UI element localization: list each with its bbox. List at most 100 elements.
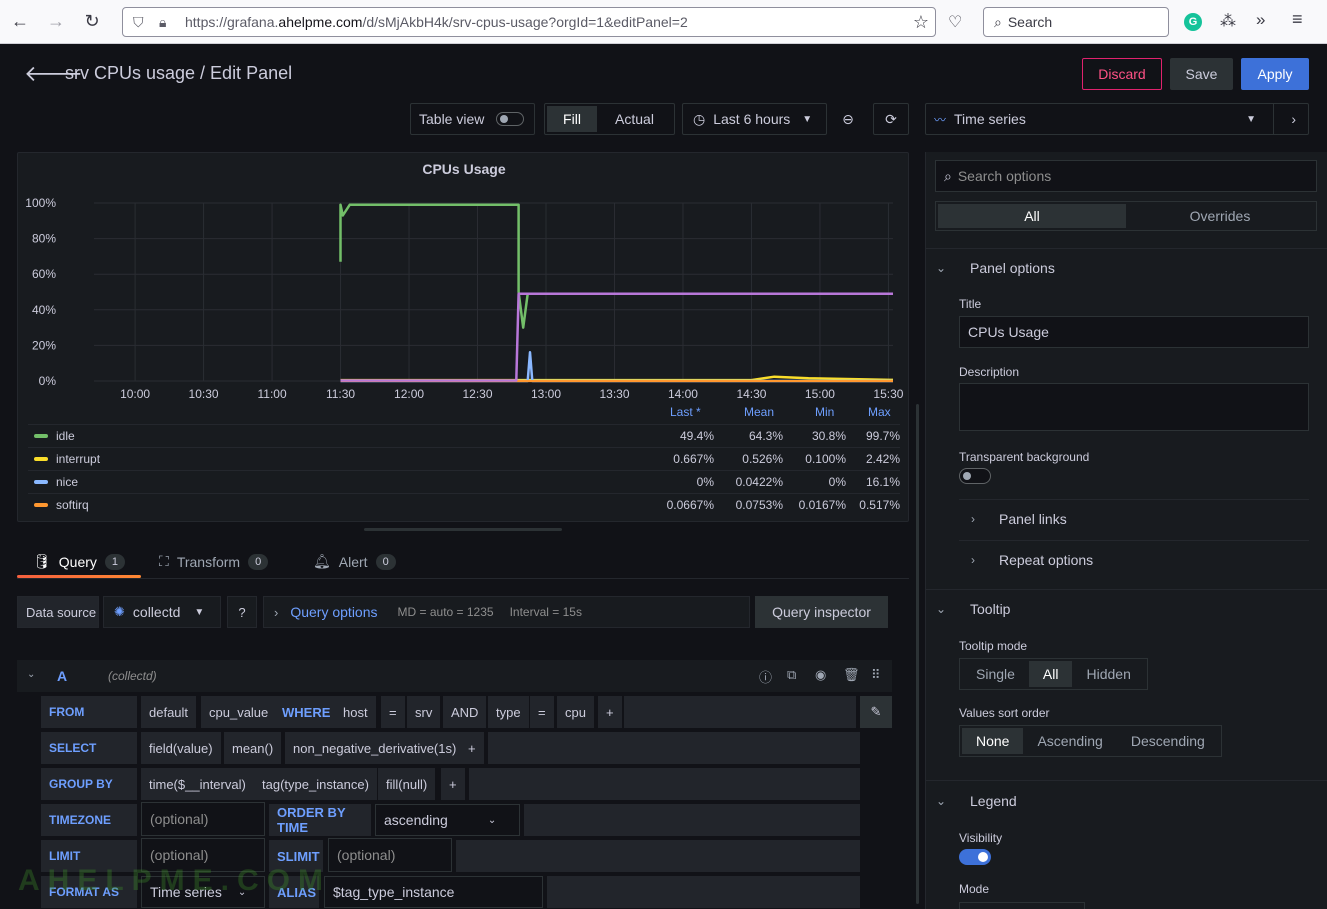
time-range-picker[interactable]: ◷ Last 6 hours ▼ [682, 103, 827, 135]
legend-series-name[interactable]: idle [56, 429, 75, 443]
panel-links-section[interactable]: › Panel links [959, 511, 1309, 527]
tooltip-section[interactable]: ⌄ Tooltip [936, 601, 1010, 617]
help-icon[interactable]: ⓘ [759, 667, 772, 686]
refresh-icon[interactable]: ⟳ [873, 103, 909, 135]
where-value-cpu[interactable]: cpu [557, 696, 594, 728]
legend-mode-group[interactable] [959, 902, 1085, 909]
visualization-picker[interactable]: 〰 Time series ▼ › [925, 103, 1309, 135]
legend-row-nice[interactable]: nice 0% 0.0422% 0% 16.1% [28, 470, 900, 493]
url-bar[interactable]: ⛉ 🔒︎ https://grafana.ahelpme.com/d/sMjAk… [122, 7, 936, 37]
mode-label: Mode [959, 882, 990, 896]
sort-descending[interactable]: Descending [1117, 728, 1219, 754]
legend-row-interrupt[interactable]: interrupt 0.667% 0.526% 0.100% 2.42% [28, 447, 900, 470]
legend-col-mean[interactable]: Mean [744, 405, 774, 419]
legend-visibility-toggle[interactable] [959, 849, 991, 865]
order-by-time-label: ORDER BY TIME [269, 804, 371, 836]
extension-icon[interactable]: ⁂ [1220, 11, 1236, 31]
group-time[interactable]: time($__interval) [141, 768, 254, 800]
sort-none[interactable]: None [962, 728, 1024, 754]
tooltip-single[interactable]: Single [962, 661, 1029, 687]
select-mean[interactable]: mean() [224, 732, 282, 764]
browser-search-input[interactable]: ⌕ Search [983, 7, 1169, 37]
hamburger-menu-icon[interactable]: ≡ [1292, 9, 1303, 30]
pocket-icon[interactable]: ♡ [948, 12, 962, 32]
order-by-select[interactable]: ascending ⌄ [375, 804, 520, 836]
where-key-host[interactable]: host [335, 696, 376, 728]
add-select-button[interactable]: + [460, 732, 484, 764]
query-row-header[interactable]: ⌄ A (collectd) ⓘ ⧉ ◉ 🗑︎ ⠿ [17, 660, 892, 692]
title-input[interactable]: CPUs Usage [959, 316, 1309, 348]
legend-col-max[interactable]: Max [868, 405, 891, 419]
actual-option[interactable]: Actual [597, 106, 672, 132]
scrollbar[interactable] [916, 404, 919, 904]
sort-ascending[interactable]: Ascending [1023, 728, 1116, 754]
where-operator[interactable]: = [381, 696, 405, 728]
reload-icon[interactable]: ↻ [78, 8, 106, 36]
from-measurement[interactable]: cpu_value [201, 696, 277, 728]
legend-col-min[interactable]: Min [815, 405, 834, 419]
legend-series-name[interactable]: softirq [56, 498, 89, 512]
slimit-input[interactable]: (optional) [328, 838, 452, 872]
table-view-toggle[interactable]: Table view [410, 103, 535, 135]
tab-transform[interactable]: ⛶ Transform 0 [159, 545, 269, 578]
query-options-row[interactable]: › Query options MD = auto = 1235 Interva… [263, 596, 750, 628]
chevron-right-icon[interactable]: › [1291, 111, 1296, 127]
from-policy[interactable]: default [141, 696, 197, 728]
panel-resize-handle[interactable] [364, 528, 562, 531]
cpu-usage-chart[interactable]: 0% 20% 40% 60% 80% 100% 10:00 10:30 11:00 11:30 12… [18, 153, 910, 403]
query-inspector-button[interactable]: Query inspector [755, 596, 888, 628]
tab-all[interactable]: All [938, 204, 1126, 228]
legend-row-softirq[interactable]: softirq 0.0667% 0.0753% 0.0167% 0.517% [28, 493, 900, 516]
search-options-input[interactable]: ⌕ Search options [935, 160, 1317, 192]
tooltip-hidden[interactable]: Hidden [1072, 661, 1144, 687]
options-pane: ⌕ Search options All Overrides ⌄ Panel o… [925, 152, 1327, 909]
help-icon[interactable]: ? [227, 596, 257, 628]
legend-col-last[interactable]: Last * [670, 405, 701, 419]
table-view-switch[interactable] [496, 112, 525, 126]
legend-row-idle[interactable]: idle 49.4% 64.3% 30.8% 99.7% [28, 424, 900, 447]
panel-options-section[interactable]: ⌄ Panel options [936, 260, 1055, 276]
tooltip-all[interactable]: All [1028, 661, 1073, 687]
select-field[interactable]: field(value) [141, 732, 221, 764]
tab-alert[interactable]: 🔔︎ Alert 0 [313, 545, 396, 578]
grammarly-icon[interactable]: G [1184, 13, 1202, 31]
timezone-input[interactable]: (optional) [141, 802, 265, 836]
eye-icon[interactable]: ◉ [815, 667, 826, 683]
repeat-options-section[interactable]: › Repeat options [959, 552, 1309, 568]
select-derivative[interactable]: non_negative_derivative(1s) [285, 732, 465, 764]
data-source-picker[interactable]: ✺ collectd ▼ [103, 596, 221, 628]
legend-series-name[interactable]: interrupt [56, 452, 100, 466]
pencil-icon[interactable]: ✎ [860, 696, 892, 728]
apply-button[interactable]: Apply [1241, 58, 1309, 90]
series-nice [340, 351, 893, 383]
series-idle [339, 203, 893, 329]
description-textarea[interactable] [959, 383, 1309, 431]
drag-handle-icon[interactable]: ⠿ [871, 667, 881, 683]
save-button[interactable]: Save [1170, 58, 1233, 90]
transparent-toggle[interactable] [959, 468, 991, 484]
alias-input[interactable]: $tag_type_instance [324, 876, 543, 908]
add-group-button[interactable]: + [441, 768, 465, 800]
forward-icon[interactable]: → [42, 8, 70, 36]
fill-option[interactable]: Fill [547, 106, 597, 132]
where-key-type[interactable]: type [488, 696, 529, 728]
where-and[interactable]: AND [443, 696, 487, 728]
discard-button[interactable]: Discard [1082, 58, 1162, 90]
bookmark-star-icon[interactable]: ☆ [913, 12, 929, 33]
legend-series-name[interactable]: nice [56, 475, 78, 489]
zoom-out-icon[interactable]: ⊖ [829, 103, 867, 135]
add-where-button[interactable]: + [598, 696, 622, 728]
legend-section[interactable]: ⌄ Legend [936, 793, 1017, 809]
group-tag[interactable]: tag(type_instance) [254, 768, 377, 800]
tab-query[interactable]: 🛢︎ Query 1 [33, 545, 126, 578]
tab-overrides[interactable]: Overrides [1126, 204, 1314, 228]
trash-icon[interactable]: 🗑︎ [843, 667, 860, 683]
back-icon[interactable]: ← [6, 8, 34, 36]
copy-icon[interactable]: ⧉ [787, 667, 796, 683]
where-operator-2[interactable]: = [530, 696, 554, 728]
x-tick-label: 10:30 [189, 387, 219, 401]
group-fill[interactable]: fill(null) [378, 768, 436, 800]
overflow-chevrons-icon[interactable]: » [1256, 10, 1265, 30]
where-value-srv[interactable]: srv [407, 696, 441, 728]
chevron-down-icon[interactable]: ⌄ [27, 669, 35, 680]
